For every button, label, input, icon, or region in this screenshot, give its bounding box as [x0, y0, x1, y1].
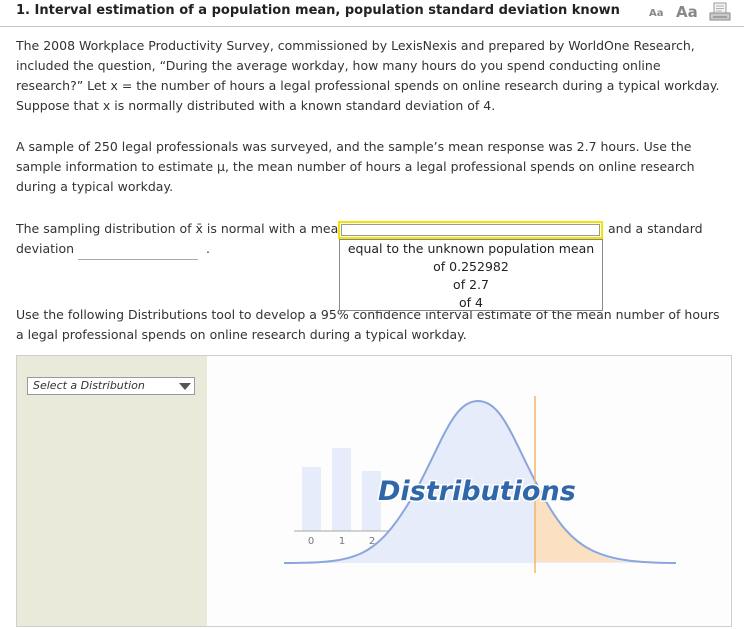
std-deviation-blank[interactable]: [78, 259, 198, 260]
select-distribution-label: Select a Distribution: [33, 379, 145, 392]
problem-context: The 2008 Workplace Productivity Survey, …: [16, 38, 720, 113]
print-icon[interactable]: [709, 2, 731, 22]
sentence-period: .: [206, 241, 210, 256]
tool-sidebar: Select a Distribution: [17, 356, 207, 626]
mean-option[interactable]: equal to the unknown population mean: [340, 240, 602, 258]
mean-option[interactable]: of 2.7: [340, 276, 602, 294]
question-title: 1. Interval estimation of a population m…: [16, 3, 620, 18]
chevron-down-icon: [179, 383, 191, 390]
select-distribution-dropdown[interactable]: Select a Distribution: [27, 377, 195, 395]
mean-option[interactable]: of 0.252982: [340, 258, 602, 276]
sampling-text-next: deviation: [16, 241, 75, 256]
distributions-logo-text: Distributions: [378, 476, 576, 507]
sampling-text-after: and a standard: [608, 221, 703, 236]
increase-font-button[interactable]: Aa: [676, 3, 698, 21]
splash-tick: 0: [308, 536, 314, 547]
mean-dropdown[interactable]: [338, 221, 603, 239]
question-header: 1. Interval estimation of a population m…: [0, 0, 744, 27]
splash-tick: 1: [339, 536, 345, 547]
sample-info: A sample of 250 legal professionals was …: [16, 139, 695, 194]
sampling-text-before: The sampling distribution of x̄ is norma…: [16, 221, 347, 236]
distributions-tool: Select a Distribution 0 1 2 3 Distributi…: [16, 355, 732, 627]
splash-bar: [332, 448, 351, 531]
mean-option[interactable]: of 4: [340, 294, 602, 312]
distributions-splash-graphic: 0 1 2 3 Distributions: [283, 396, 677, 573]
decrease-font-button[interactable]: Aa: [649, 8, 664, 19]
splash-bar: [302, 467, 321, 531]
mean-dropdown-options: equal to the unknown population mean of …: [339, 239, 603, 311]
